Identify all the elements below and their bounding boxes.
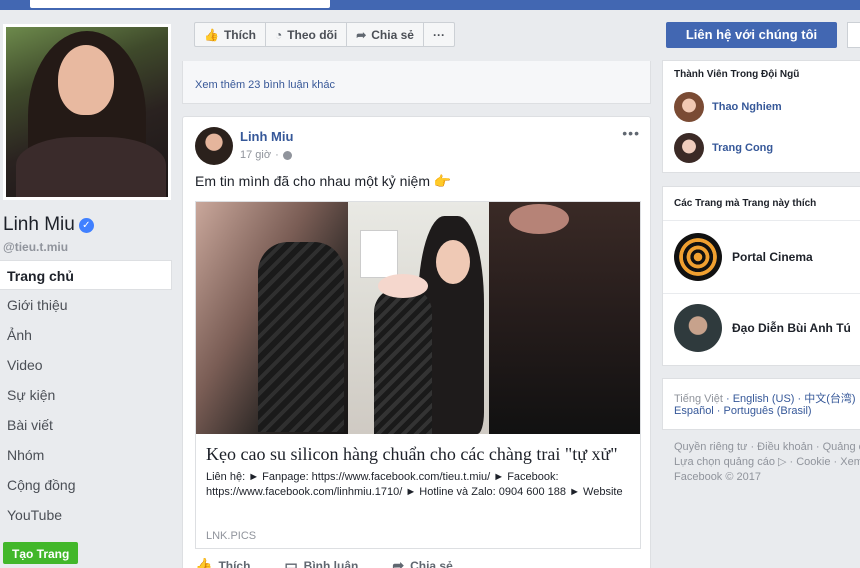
page-nav: Trang chủ Giới thiệu Ảnh Video Sự kiện B… (0, 260, 172, 530)
liked-page-item[interactable]: Portal Cinema (674, 233, 813, 281)
view-more-comments-link[interactable]: Xem thêm 23 bình luận khác (195, 79, 335, 91)
post-author-name[interactable]: Linh Miu (240, 129, 293, 144)
share-arrow-icon: ➦ (356, 27, 367, 42)
post-options-button[interactable]: ••• (622, 125, 640, 141)
footer-ad-choices[interactable]: Lựa chọn quảng cáo ▷ · Cookie · Xem thêm (674, 455, 860, 470)
more-dots-icon: ··· (432, 27, 445, 42)
team-box-title: Thành Viên Trong Đội Ngũ (674, 69, 800, 80)
follow-button[interactable]: ◔ Theo dõi (266, 23, 348, 46)
share-page-label: Chia sẻ (371, 27, 414, 42)
left-column: Linh Miu ✓ @tieu.t.miu Trang chủ Giới th… (0, 10, 182, 568)
share-arrow-icon: ➦ (392, 557, 405, 568)
like-page-label: Thích (223, 27, 256, 42)
language-links-2[interactable]: Español · Português (Brasil) (674, 405, 812, 417)
language-row: Tiếng Việt · English (US) · 中文(台湾) (674, 390, 856, 406)
team-member[interactable]: Trang Cong (674, 133, 773, 163)
post-time-text[interactable]: 17 giờ (240, 149, 271, 161)
contact-us-button[interactable]: Liên hệ với chúng tôi (666, 22, 837, 48)
post-timestamp[interactable]: 17 giờ · (240, 149, 292, 161)
verified-badge-icon: ✓ (78, 217, 94, 233)
post-share-label: Chia sẻ (410, 558, 453, 568)
top-bar (0, 0, 860, 10)
language-selector: Tiếng Việt · English (US) · 中文(台湾) Españ… (662, 378, 860, 430)
team-member-name[interactable]: Trang Cong (712, 142, 773, 154)
nav-item-youtube[interactable]: YouTube (0, 500, 172, 530)
more-options-button[interactable]: ··· (424, 23, 454, 46)
avatar[interactable] (674, 304, 722, 352)
avatar[interactable] (674, 133, 704, 163)
liked-page-name[interactable]: Portal Cinema (732, 250, 813, 264)
link-domain: LNK.PICS (206, 530, 257, 542)
nav-item-photos[interactable]: Ảnh (0, 320, 172, 350)
create-page-button[interactable]: Tạo Trang (3, 542, 79, 564)
post-card: Linh Miu 17 giờ · ••• Em tin mình đã cho… (182, 116, 651, 568)
link-preview-image[interactable] (196, 202, 640, 434)
page-name-text[interactable]: Linh Miu (3, 214, 75, 236)
liked-page-item[interactable]: Đạo Diễn Bùi Anh Tú (674, 304, 851, 352)
nav-item-posts[interactable]: Bài viết (0, 410, 172, 440)
post-message: Em tin mình đã cho nhau một kỷ niệm (195, 173, 430, 189)
thumbs-up-icon: 👍 (195, 557, 213, 568)
page-action-bar: 👍 Thích ◔ Theo dõi ➦ Chia sẻ ··· (194, 22, 455, 47)
language-links[interactable]: · English (US) · 中文(台湾) (723, 393, 856, 405)
extra-button[interactable] (847, 22, 860, 48)
footer-copyright: Facebook © 2017 (674, 471, 761, 483)
nav-item-home[interactable]: Trang chủ (0, 260, 172, 290)
thumbs-up-icon: 👍 (204, 27, 219, 42)
post-comment-button[interactable]: ▭ Bình luận (284, 557, 358, 568)
rss-icon: ◔ (274, 27, 283, 42)
comment-bubble-icon: ▭ (284, 557, 298, 568)
profile-picture[interactable] (3, 24, 171, 200)
liked-pages-title: Các Trang mà Trang này thích (674, 198, 817, 209)
liked-page-name[interactable]: Đạo Diễn Bùi Anh Tú (732, 321, 851, 335)
team-member-name[interactable]: Thao Nghiem (712, 101, 782, 113)
footer-links[interactable]: Quyền riêng tư · Điều khoản · Quảng cáo (674, 440, 860, 455)
page-footer: Quyền riêng tư · Điều khoản · Quảng cáo … (674, 440, 860, 485)
page-name[interactable]: Linh Miu ✓ (3, 214, 94, 236)
post-text: Em tin mình đã cho nhau một kỷ niệm 👉 (195, 173, 451, 190)
previous-post-comments: Xem thêm 23 bình luận khác (182, 61, 651, 104)
liked-pages-box: Các Trang mà Trang này thích Portal Cine… (662, 186, 860, 366)
like-page-button[interactable]: 👍 Thích (195, 23, 266, 46)
nav-item-about[interactable]: Giới thiệu (0, 290, 172, 320)
nav-item-community[interactable]: Cộng đồng (0, 470, 172, 500)
share-page-button[interactable]: ➦ Chia sẻ (347, 23, 424, 46)
nav-item-events[interactable]: Sự kiện (0, 380, 172, 410)
portal-cinema-logo[interactable] (674, 233, 722, 281)
team-member[interactable]: Thao Nghiem (674, 92, 782, 122)
link-preview-card[interactable]: Kẹo cao su silicon hàng chuẩn cho các ch… (195, 201, 641, 549)
link-title[interactable]: Kẹo cao su silicon hàng chuẩn cho các ch… (206, 444, 618, 465)
post-like-label: Thích (218, 558, 251, 568)
avatar[interactable] (674, 92, 704, 122)
post-share-button[interactable]: ➦ Chia sẻ (392, 557, 452, 568)
link-description: Liên hệ: ► Fanpage: https://www.facebook… (206, 471, 623, 498)
globe-icon (282, 150, 292, 160)
post-comment-label: Bình luận (303, 558, 359, 568)
nav-item-videos[interactable]: Video (0, 350, 172, 380)
search-input[interactable] (30, 0, 330, 8)
pointing-hand-emoji-icon: 👉 (433, 173, 452, 189)
post-author-avatar[interactable] (195, 127, 233, 165)
current-language: Tiếng Việt (674, 393, 723, 405)
nav-item-groups[interactable]: Nhóm (0, 440, 172, 470)
post-action-bar: 👍 Thích ▭ Bình luận ➦ Chia sẻ (195, 557, 453, 568)
team-members-box: Thành Viên Trong Đội Ngũ Thao Nghiem Tra… (662, 60, 860, 173)
follow-label: Theo dõi (287, 27, 338, 42)
post-like-button[interactable]: 👍 Thích (195, 557, 250, 568)
page-username[interactable]: @tieu.t.miu (3, 240, 68, 254)
